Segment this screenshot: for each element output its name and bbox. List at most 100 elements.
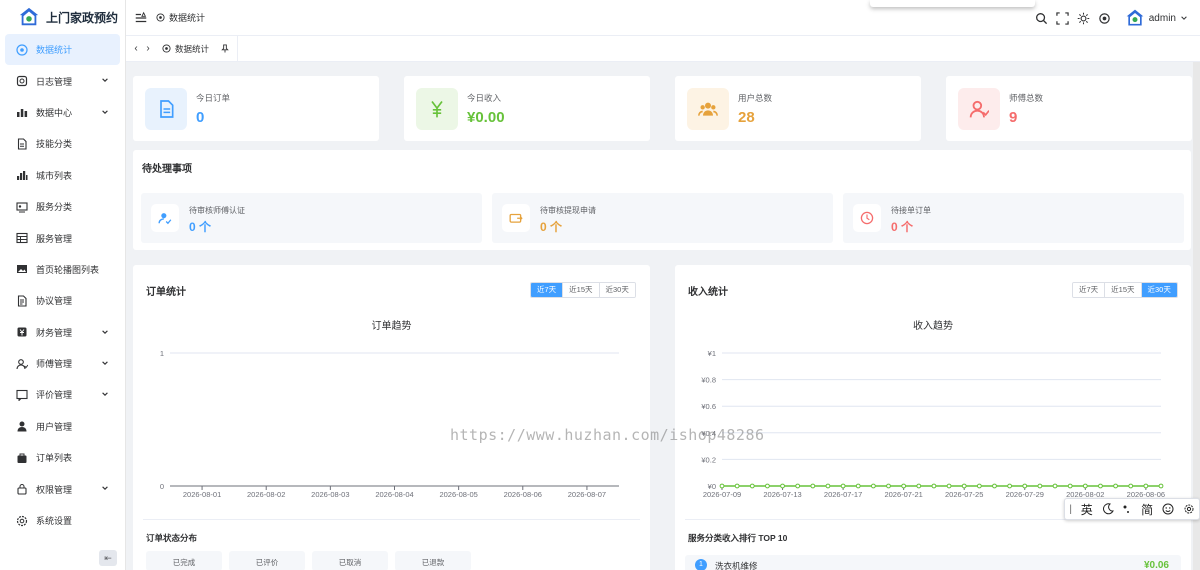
bar-chart-icon [16, 106, 28, 118]
sidebar-item-label: 技能分类 [36, 139, 73, 150]
order-stats-card: 订单统计 近7天 近15天 近30天 订单趋势 0 1 2026-08-01 2026-0… [133, 265, 650, 570]
fold-menu-icon[interactable] [134, 11, 148, 25]
data-point [992, 483, 997, 489]
data-point [765, 483, 770, 489]
emoji-icon[interactable] [1162, 503, 1174, 515]
order-doc-icon [145, 88, 187, 130]
sidebar-item-label: 师傅管理 [36, 359, 73, 370]
sidebar-item-label: 数据中心 [36, 107, 73, 118]
x-tick-label: 2026-08-06 [504, 490, 542, 499]
fullscreen-icon[interactable] [1056, 11, 1069, 25]
sidebar-item-14[interactable]: 权限管理 [0, 473, 125, 504]
yen-icon [416, 88, 458, 130]
x-tick-label: 2026-07-25 [945, 490, 983, 499]
sun-theme-icon[interactable] [1077, 12, 1090, 25]
sidebar-item-0[interactable]: 数据统计 [5, 34, 120, 66]
chevron-down-icon [101, 328, 109, 336]
sidebar-item-label: 用户管理 [36, 421, 73, 432]
y-tick-label: ¥0.8 [701, 376, 716, 385]
pending-item-1[interactable]: 待审核提现申请 0 个 [492, 193, 833, 243]
tab-dashboard[interactable]: 数据统计 [158, 35, 239, 62]
order-status-title: 订单状态分布 [146, 533, 198, 543]
collapse-sidebar-button[interactable]: ⇤ [99, 550, 117, 566]
data-point [931, 483, 937, 489]
data-point [719, 483, 725, 489]
ime-simplified-toggle[interactable]: 简 [1141, 501, 1153, 518]
pending-title: 待处理事项 [142, 164, 192, 175]
sidebar-item-2[interactable]: 数据中心 [0, 97, 125, 128]
tags-next-button[interactable]: › [142, 43, 154, 54]
username: admin [1148, 12, 1176, 24]
stat-card-2: 用户总数 28 [675, 76, 921, 141]
sidebar-item-label: 日志管理 [36, 76, 73, 87]
settings-icon[interactable] [1098, 12, 1111, 25]
bag-icon [16, 452, 28, 464]
chevron-down-icon [101, 76, 109, 84]
image-icon [16, 263, 28, 275]
pending-item-0[interactable]: 待审核师傅认证 0 个 [141, 193, 482, 243]
x-tick-label: 2026-08-04 [375, 490, 413, 499]
app-title: 上门家政预约 [46, 10, 119, 25]
x-tick-label: 2026-08-03 [311, 490, 349, 499]
search-icon[interactable] [1035, 12, 1048, 25]
range-button-0[interactable]: 近7天 [531, 283, 564, 297]
order-status-1: 已评价 [229, 551, 305, 570]
range-button-2[interactable]: 近30天 [599, 283, 635, 297]
sidebar-item-10[interactable]: 师傅管理 [0, 348, 125, 379]
sidebar-item-4[interactable]: 城市列表 [0, 160, 125, 191]
range-button-0[interactable]: 近7天 [1073, 283, 1106, 297]
log-icon [16, 75, 28, 87]
y-tick-label: ¥1 [708, 349, 716, 358]
range-button-1[interactable]: 近15天 [563, 283, 600, 297]
app-logo[interactable]: 上门家政预约 [0, 0, 125, 34]
sidebar-item-15[interactable]: 系统设置 [0, 505, 125, 536]
rank-badge: 1 [695, 559, 707, 570]
tags-prev-button[interactable]: ‹ [130, 43, 142, 54]
income-stats-card: 收入统计 近7天 近15天 近30天 收入趋势 ¥0 ¥0.2 ¥0.4 ¥0.6 ¥0.8… [675, 265, 1191, 570]
withdraw-icon [502, 204, 530, 232]
agreement-icon [16, 295, 28, 307]
pending-card: 待处理事项 待审核师傅认证 0 个 待审核提现申请 0 个 待接单订单 0 个 [133, 150, 1191, 250]
sidebar-item-9[interactable]: 财务管理 [0, 317, 125, 348]
gear-icon[interactable] [1183, 503, 1195, 515]
y-tick-label: 1 [160, 349, 164, 358]
ime-english-toggle[interactable]: 英 [1081, 501, 1093, 518]
user-menu[interactable]: admin [1125, 8, 1188, 28]
sidebar-item-11[interactable]: 评价管理 [0, 379, 125, 410]
sidebar-item-8[interactable]: 协议管理 [0, 285, 125, 316]
ranking-row: 1 洗衣机维修 ¥0.06 [685, 555, 1181, 570]
stat-card-0: 今日订单 0 [133, 76, 379, 141]
sidebar-item-6[interactable]: 服务管理 [0, 222, 125, 253]
pending-item-2[interactable]: 待接单订单 0 个 [843, 193, 1184, 243]
dashboard-icon [162, 44, 171, 53]
ime-toolbar: | 英 简 [1064, 498, 1200, 520]
data-point [855, 483, 861, 489]
sidebar-item-3[interactable]: 技能分类 [0, 128, 125, 159]
sidebar-item-1[interactable]: 日志管理 [0, 65, 125, 96]
header-tools: admin [1035, 8, 1188, 28]
chevron-down-icon [101, 484, 109, 492]
range-button-1[interactable]: 近15天 [1105, 283, 1142, 297]
sidebar-item-12[interactable]: 用户管理 [0, 411, 125, 442]
income-stats-title: 收入统计 [688, 287, 728, 298]
range-button-2[interactable]: 近30天 [1141, 283, 1177, 297]
pending-count: 0 个 [540, 220, 563, 234]
data-point [1143, 483, 1149, 489]
pin-icon[interactable] [221, 44, 229, 53]
sidebar-item-7[interactable]: 首页轮播图列表 [0, 254, 125, 285]
moon-icon[interactable] [1102, 503, 1114, 515]
sidebar-item-5[interactable]: 服务分类 [0, 191, 125, 222]
punctuation-icon[interactable] [1122, 503, 1132, 515]
data-point [734, 483, 740, 489]
data-point [795, 483, 801, 489]
breadcrumb-current[interactable]: 数据统计 [169, 11, 205, 24]
y-tick-label: ¥0.2 [701, 455, 716, 464]
stat-value: 0 [196, 109, 205, 126]
ime-handle[interactable]: | [1069, 504, 1072, 515]
sidebar-item-13[interactable]: 订单列表 [0, 442, 125, 473]
stat-label: 今日订单 [196, 93, 231, 103]
scrollbar[interactable] [1193, 62, 1200, 570]
data-point [825, 483, 831, 489]
order-stats-title: 订单统计 [146, 287, 186, 298]
sidebar-item-label: 协议管理 [36, 296, 73, 307]
